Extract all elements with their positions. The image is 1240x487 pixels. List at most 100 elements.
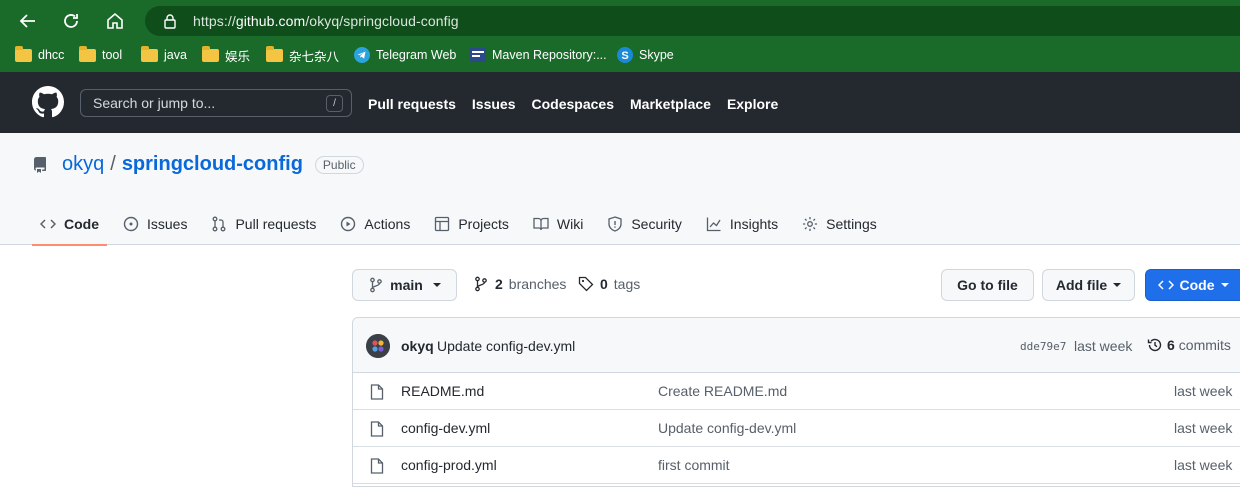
nav-pull-requests[interactable]: Pull requests <box>368 96 456 112</box>
bookmark-java[interactable]: java <box>141 45 187 65</box>
folder-icon <box>79 45 96 62</box>
repo-tabs: Code Issues Pull requests Actions Projec… <box>32 203 893 246</box>
reload-icon <box>64 14 78 28</box>
repo-title: okyq / springcloud-config Public <box>32 153 364 176</box>
tab-label: Wiki <box>556 216 584 232</box>
branch-name: main <box>390 277 423 293</box>
bookmark-maven[interactable]: Maven Repository:... <box>470 45 607 65</box>
repo-path-separator: / <box>110 153 116 175</box>
commit-sha-link[interactable]: dde79e7 <box>1020 340 1066 353</box>
repo-owner-link[interactable]: okyq <box>62 153 104 176</box>
address-url: https://github.com/okyq/springcloud-conf… <box>193 13 459 29</box>
commit-author-link[interactable]: okyq <box>401 338 434 354</box>
tab-issues[interactable]: Issues <box>115 203 195 245</box>
file-commit-message[interactable]: Update config-dev.yml <box>658 420 796 436</box>
bookmark-label: dhcc <box>38 48 65 62</box>
nav-marketplace[interactable]: Marketplace <box>630 96 711 112</box>
book-icon <box>533 217 549 231</box>
commit-time: last week <box>1074 338 1133 354</box>
branches-link[interactable]: 2 branches <box>473 276 566 292</box>
commit-history-link[interactable]: 6 commits <box>1147 337 1231 353</box>
tab-settings[interactable]: Settings <box>794 203 885 245</box>
home-button[interactable] <box>102 8 128 34</box>
branches-count: 2 <box>495 276 503 292</box>
browser-toolbar: https://github.com/okyq/springcloud-conf… <box>0 0 1240 72</box>
repo-name-link[interactable]: springcloud-config <box>122 153 303 176</box>
go-to-file-button[interactable]: Go to file <box>941 269 1034 301</box>
add-file-label: Add file <box>1055 277 1108 293</box>
url-scheme: https:// <box>193 13 236 29</box>
graph-icon <box>706 217 721 232</box>
nav-codespaces[interactable]: Codespaces <box>532 96 614 112</box>
code-icon <box>40 219 56 229</box>
file-name-link[interactable]: README.md <box>401 383 484 399</box>
tab-label: Code <box>64 216 99 232</box>
folder-icon <box>141 45 158 62</box>
tags-label: tags <box>613 276 641 292</box>
branch-icon <box>475 276 487 292</box>
tab-code[interactable]: Code <box>32 203 107 246</box>
nav-issues[interactable]: Issues <box>472 96 516 112</box>
bookmark-skype[interactable]: S Skype <box>617 45 674 65</box>
file-commit-message[interactable]: first commit <box>658 457 730 473</box>
add-file-button[interactable]: Add file <box>1042 269 1135 301</box>
search-placeholder: Search or jump to... <box>93 95 216 111</box>
folder-icon <box>266 45 283 62</box>
github-logo-icon[interactable] <box>32 86 64 118</box>
commits-count: 6 <box>1167 337 1175 353</box>
bookmark-label: 娱乐 <box>225 49 251 64</box>
branch-select-button[interactable]: main <box>352 269 457 301</box>
back-button[interactable] <box>15 8 41 34</box>
bookmark-label: 杂七杂八 <box>289 49 340 64</box>
tab-insights[interactable]: Insights <box>698 203 786 245</box>
file-row[interactable]: config-prod.yml first commit last week <box>353 447 1240 484</box>
history-icon <box>1147 338 1162 352</box>
arrow-left-icon <box>19 14 35 28</box>
pull-request-icon <box>213 216 226 232</box>
avatar[interactable] <box>366 334 390 358</box>
bookmark-misc[interactable]: 杂七杂八 <box>266 45 339 65</box>
issue-icon <box>123 216 139 232</box>
skype-icon: S <box>617 47 633 63</box>
file-browser: okyq Update config-dev.yml dde79e7 last … <box>352 317 1240 487</box>
tab-label: Projects <box>458 216 509 232</box>
bookmark-label: tool <box>102 48 123 62</box>
repo-icon <box>33 156 46 173</box>
reload-button[interactable] <box>58 8 84 34</box>
commit-message-link[interactable]: Update config-dev.yml <box>437 338 575 354</box>
tab-wiki[interactable]: Wiki <box>525 203 591 245</box>
folder-icon <box>15 45 32 62</box>
tab-pull-requests[interactable]: Pull requests <box>203 203 324 245</box>
go-to-file-label: Go to file <box>957 277 1018 293</box>
file-name-link[interactable]: config-dev.yml <box>401 420 490 436</box>
file-commit-time: last week <box>1174 383 1233 399</box>
search-shortcut-key: / <box>326 95 343 112</box>
file-row[interactable]: config-dev.yml Update config-dev.yml las… <box>353 410 1240 447</box>
file-commit-message[interactable]: Create README.md <box>658 383 787 399</box>
code-icon <box>1157 280 1174 290</box>
nav-explore[interactable]: Explore <box>727 96 778 112</box>
search-input[interactable]: Search or jump to... / <box>80 89 352 117</box>
bookmark-telegram[interactable]: Telegram Web <box>354 45 456 65</box>
gear-icon <box>803 217 818 231</box>
bookmark-tool[interactable]: tool <box>79 45 122 65</box>
tag-icon <box>578 276 594 292</box>
home-icon <box>107 12 123 29</box>
tags-link[interactable]: 0 tags <box>578 276 640 292</box>
tab-projects[interactable]: Projects <box>426 203 517 245</box>
bookmark-dhcc[interactable]: dhcc <box>15 45 64 65</box>
file-name-link[interactable]: config-prod.yml <box>401 457 497 473</box>
file-icon <box>370 458 384 474</box>
branches-label: branches <box>508 276 567 292</box>
bookmark-entertainment[interactable]: 娱乐 <box>202 45 250 65</box>
table-icon <box>435 216 450 232</box>
file-row[interactable]: README.md Create README.md last week <box>353 373 1240 410</box>
github-header: Search or jump to... / Pull requests Iss… <box>0 72 1240 133</box>
address-bar[interactable]: https://github.com/okyq/springcloud-conf… <box>145 6 1240 36</box>
lock-icon <box>164 14 176 29</box>
browser-url-row: https://github.com/okyq/springcloud-conf… <box>0 0 1240 40</box>
code-dropdown-button[interactable]: Code <box>1145 269 1240 301</box>
avatar-image <box>366 334 390 358</box>
tab-actions[interactable]: Actions <box>332 203 418 245</box>
tab-security[interactable]: Security <box>599 203 690 245</box>
